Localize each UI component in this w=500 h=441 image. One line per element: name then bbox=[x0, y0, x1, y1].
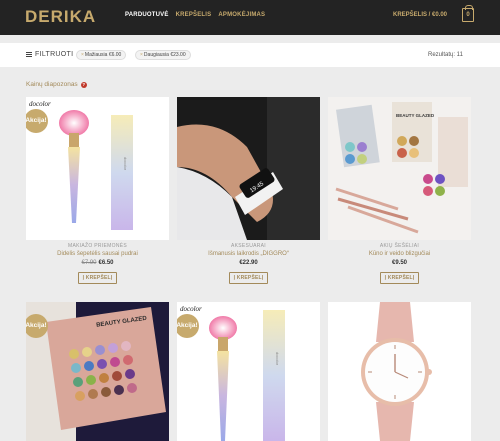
filter-button[interactable]: FILTRUOTI bbox=[26, 51, 73, 58]
product-price: €22.90 bbox=[239, 260, 258, 266]
help-icon: ? bbox=[80, 81, 87, 88]
menu-icon bbox=[26, 52, 32, 57]
svg-text:docolor: docolor bbox=[180, 305, 202, 313]
main-nav: PARDUOTUVĖ KREPŠELIS APMOKĖJIMAS bbox=[125, 12, 265, 18]
product-image[interactable] bbox=[328, 302, 471, 441]
svg-text:docolor: docolor bbox=[123, 157, 128, 171]
top-header: DERIKA PARDUOTUVĖ KREPŠELIS APMOKĖJIMAS … bbox=[0, 0, 500, 35]
product-meta: MAKIAŽO PRIEMONĖS Didelis šepetėlis saus… bbox=[26, 243, 169, 284]
results-count: Rezultatų: 11 bbox=[428, 52, 463, 58]
product-image[interactable]: BEAUTY GLAZED Akcija! bbox=[26, 302, 169, 441]
remove-icon: × bbox=[81, 52, 84, 58]
product-category[interactable]: AKSESUARAI bbox=[177, 243, 320, 249]
filter-bar: FILTRUOTI ×Mažiausia €6.00 ×Daugiausia €… bbox=[0, 43, 500, 67]
product-image[interactable]: docolor docolor Akcija! bbox=[177, 302, 320, 441]
filter-chip-max[interactable]: ×Daugiausia €23.00 bbox=[135, 50, 191, 60]
product-image[interactable]: 19:45 bbox=[177, 97, 320, 240]
add-to-cart-button[interactable]: Į KREPŠELĮ bbox=[77, 272, 118, 284]
product-category[interactable]: AKIŲ ŠEŠĖLIAI bbox=[328, 243, 471, 249]
remove-icon: × bbox=[140, 52, 143, 58]
product-title[interactable]: Didelis šepetėlis sausai pudrai bbox=[26, 251, 169, 257]
cart-bag-icon[interactable]: 0 bbox=[462, 5, 474, 22]
product-title[interactable]: Kūno ir veido blizgučiai bbox=[328, 251, 471, 257]
product-price: €7.90 €6.50 bbox=[81, 260, 114, 266]
product-image[interactable]: BEAUTY GLAZED bbox=[328, 97, 471, 240]
nav-cart[interactable]: KREPŠELIS bbox=[176, 12, 212, 18]
filter-chip-min[interactable]: ×Mažiausia €6.00 bbox=[76, 50, 127, 60]
svg-text:BEAUTY GLAZED: BEAUTY GLAZED bbox=[396, 113, 435, 118]
header-cart-link[interactable]: KREPŠELIS / €0.00 bbox=[393, 12, 447, 18]
product-title[interactable]: Išmanusis laikrodis „DIGGRO“ bbox=[177, 251, 320, 257]
site-logo[interactable]: DERIKA bbox=[25, 7, 96, 27]
nav-shop[interactable]: PARDUOTUVĖ bbox=[125, 12, 169, 18]
product-category[interactable]: MAKIAŽO PRIEMONĖS bbox=[26, 243, 169, 249]
product-meta: AKIŲ ŠEŠĖLIAI Kūno ir veido blizgučiai €… bbox=[328, 243, 471, 284]
add-to-cart-button[interactable]: Į KREPŠELĮ bbox=[228, 272, 269, 284]
price-range-toggle[interactable]: Kainų diapozonas ? bbox=[26, 81, 87, 88]
filter-label: FILTRUOTI bbox=[35, 51, 74, 58]
svg-text:docolor: docolor bbox=[29, 100, 51, 108]
product-meta: AKSESUARAI Išmanusis laikrodis „DIGGRO“ … bbox=[177, 243, 320, 284]
nav-checkout[interactable]: APMOKĖJIMAS bbox=[218, 12, 265, 18]
product-image[interactable]: docolor docolor Akcija! bbox=[26, 97, 169, 240]
add-to-cart-button[interactable]: Į KREPŠELĮ bbox=[379, 272, 420, 284]
product-price: €9.50 bbox=[391, 260, 407, 266]
svg-text:docolor: docolor bbox=[275, 352, 280, 366]
